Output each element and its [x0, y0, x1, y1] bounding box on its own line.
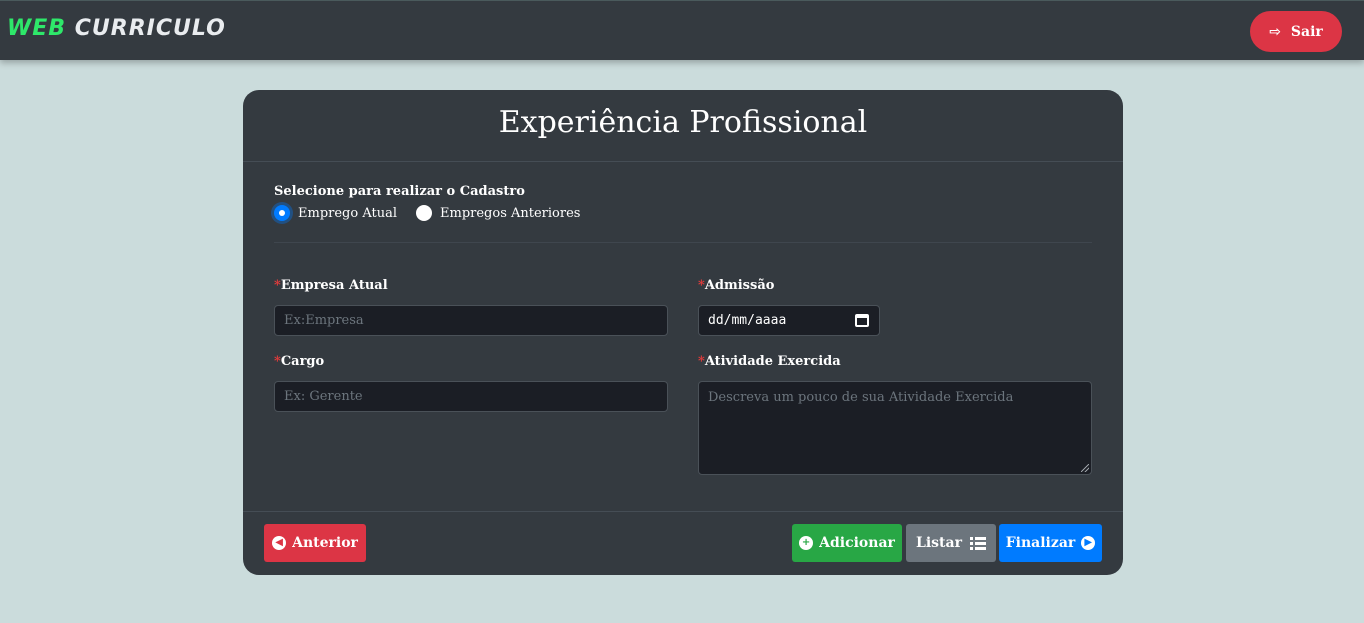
- empresa-input[interactable]: Ex:Empresa: [274, 305, 668, 336]
- required-mark: *: [274, 354, 281, 369]
- cargo-placeholder: Ex: Gerente: [284, 389, 363, 404]
- brand-web-text: WEB: [7, 16, 67, 41]
- brand-curriculo-text: CURRICULO: [74, 16, 226, 41]
- arrow-circle-left-icon: ◀: [272, 536, 287, 550]
- required-mark: *: [698, 278, 705, 293]
- admissao-date-value: dd/mm/aaaa: [708, 313, 787, 328]
- finalizar-button[interactable]: Finalizar ▶: [999, 524, 1102, 562]
- finalizar-label: Finalizar: [1005, 535, 1076, 551]
- radio-emprego-atual[interactable]: [274, 205, 290, 221]
- card-header: Experiência Profissional: [243, 90, 1123, 162]
- divider: [274, 242, 1092, 243]
- radio-emprego-atual-label[interactable]: Emprego Atual: [298, 206, 397, 221]
- brand-logo[interactable]: WEB CURRICULO: [7, 16, 226, 41]
- logout-button[interactable]: ⇨ Sair: [1250, 11, 1342, 52]
- atividade-textarea[interactable]: Descreva um pouco de sua Atividade Exerc…: [698, 381, 1092, 475]
- empresa-placeholder: Ex:Empresa: [284, 313, 364, 328]
- list-icon: [969, 536, 986, 550]
- cargo-label: *Cargo: [274, 354, 324, 369]
- admissao-label: *Admissão: [698, 278, 774, 293]
- empresa-label: *Empresa Atual: [274, 278, 388, 293]
- resize-handle[interactable]: [1081, 464, 1089, 472]
- adicionar-label: Adicionar: [819, 535, 895, 551]
- plus-circle-icon: +: [799, 536, 814, 550]
- radio-empregos-anteriores-label[interactable]: Empregos Anteriores: [440, 206, 580, 221]
- empresa-label-text: Empresa Atual: [280, 278, 388, 293]
- atividade-label-text: Atividade Exercida: [704, 354, 841, 369]
- experience-form-card: Experiência Profissional Selecione para …: [243, 90, 1123, 575]
- arrow-circle-right-icon: ▶: [1081, 536, 1096, 550]
- cargo-label-text: Cargo: [280, 354, 325, 369]
- listar-button[interactable]: Listar: [906, 524, 996, 562]
- radio-empregos-anteriores[interactable]: [416, 205, 432, 221]
- card-footer: ◀ Anterior + Adicionar Listar Finalizar …: [243, 511, 1123, 575]
- selection-label: Selecione para realizar o Cadastro: [274, 184, 525, 199]
- anterior-button[interactable]: ◀ Anterior: [264, 524, 366, 562]
- required-mark: *: [698, 354, 705, 369]
- employment-type-radio-group: Emprego Atual Empregos Anteriores: [274, 205, 599, 221]
- required-mark: *: [274, 278, 281, 293]
- anterior-label: Anterior: [292, 535, 358, 551]
- navbar: WEB CURRICULO ⇨ Sair: [0, 0, 1364, 60]
- page-title: Experiência Profissional: [498, 105, 868, 140]
- logout-label: Sair: [1290, 23, 1323, 40]
- adicionar-button[interactable]: + Adicionar: [792, 524, 902, 562]
- atividade-placeholder: Descreva um pouco de sua Atividade Exerc…: [708, 390, 1014, 405]
- cargo-input[interactable]: Ex: Gerente: [274, 381, 668, 412]
- listar-label: Listar: [916, 535, 962, 551]
- atividade-label: *Atividade Exercida: [698, 354, 841, 369]
- admissao-label-text: Admissão: [704, 278, 775, 293]
- sign-out-icon: ⇨: [1269, 23, 1281, 40]
- admissao-date-input[interactable]: dd/mm/aaaa: [698, 305, 880, 336]
- calendar-icon[interactable]: [855, 314, 869, 327]
